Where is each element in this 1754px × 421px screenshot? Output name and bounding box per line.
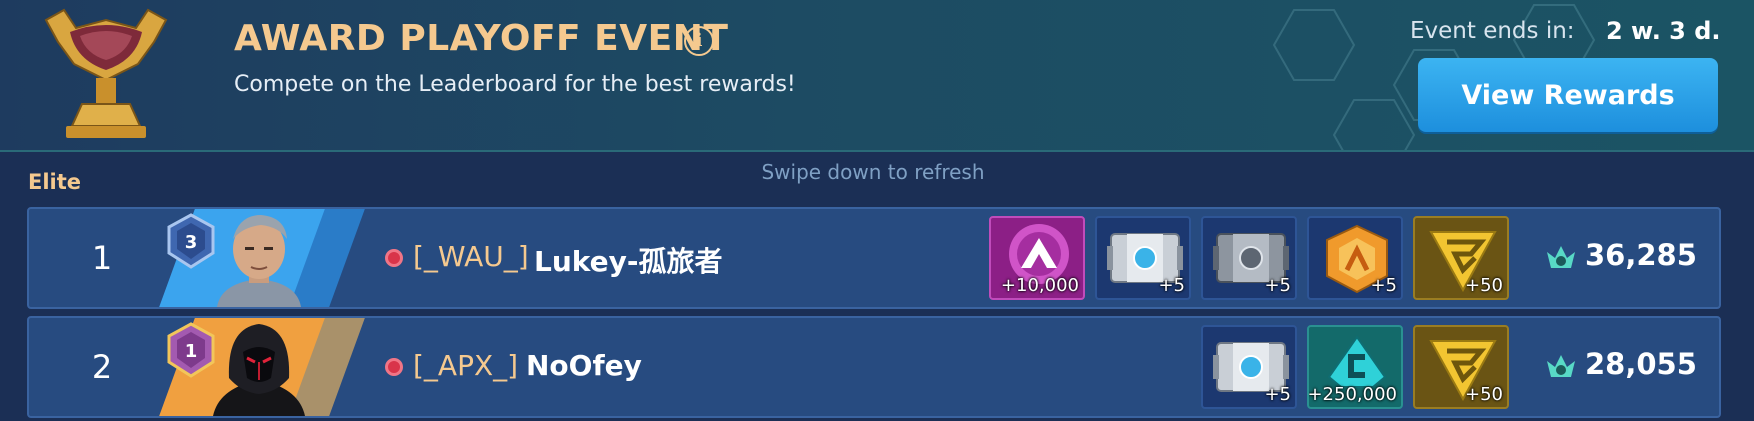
event-title: AWARD PLAYOFF EVENT	[234, 18, 729, 59]
view-rewards-button[interactable]: View Rewards	[1418, 58, 1718, 132]
reward-premium-currency[interactable]: +10,000	[989, 216, 1085, 300]
reward-quantity: +50	[1465, 384, 1503, 405]
player-level-medal: 3	[167, 213, 215, 269]
event-subtitle: Compete on the Leaderboard for the best …	[234, 72, 796, 97]
reward-quantity: +250,000	[1307, 384, 1397, 405]
player-name[interactable]: NoOfey	[526, 349, 642, 382]
leaderboard-row[interactable]: 2 1 [_APX_] NoOfey +5 +250,000 +50 28,05…	[27, 316, 1721, 418]
reward-quantity: +50	[1465, 275, 1503, 296]
rank-number: 1	[91, 239, 113, 277]
player-level-medal: 1	[167, 322, 215, 378]
online-status-dot	[385, 358, 403, 376]
reward-quantity: +5	[1370, 275, 1397, 296]
score-star-icon	[1547, 246, 1575, 268]
event-header: AWARD PLAYOFF EVENT i Compete on the Lea…	[0, 0, 1754, 152]
leaderboard-row[interactable]: 1 3 [_WAU_] Lukey-孤旅者 +10,000 +5 +5 +5 +…	[27, 207, 1721, 309]
event-ends-label: Event ends in:	[1410, 18, 1575, 44]
event-ends-value: 2 w. 3 d.	[1606, 17, 1721, 45]
medal-level: 1	[185, 341, 198, 362]
medal-level: 3	[185, 232, 198, 253]
online-status-dot	[385, 249, 403, 267]
reward-credits[interactable]: +250,000	[1307, 325, 1403, 409]
alliance-tag[interactable]: [_WAU_]	[413, 240, 529, 273]
info-icon[interactable]: i	[684, 26, 714, 56]
player-score: 36,285	[1585, 238, 1697, 272]
refresh-hint-container: Swipe down to refresh	[0, 160, 1754, 184]
reward-gold-cube[interactable]: +5	[1307, 216, 1403, 300]
reward-gold-token[interactable]: +50	[1413, 325, 1509, 409]
rank-number: 2	[91, 348, 113, 386]
reward-gold-token[interactable]: +50	[1413, 216, 1509, 300]
reward-silver-cube[interactable]: +5	[1095, 216, 1191, 300]
event-leaderboard-page: AWARD PLAYOFF EVENT i Compete on the Lea…	[0, 0, 1754, 421]
player-name[interactable]: Lukey-孤旅者	[534, 240, 723, 280]
reward-silver-cube[interactable]: +5	[1201, 325, 1297, 409]
refresh-hint: Swipe down to refresh	[761, 160, 985, 184]
reward-quantity: +10,000	[1000, 275, 1079, 296]
reward-quantity: +5	[1264, 384, 1291, 405]
reward-quantity: +5	[1158, 275, 1185, 296]
alliance-tag[interactable]: [_APX_]	[413, 349, 518, 382]
trophy-icon	[44, 8, 168, 138]
player-score: 28,055	[1585, 347, 1697, 381]
score-star-icon	[1547, 355, 1575, 377]
reward-quantity: +5	[1264, 275, 1291, 296]
reward-dark-cube[interactable]: +5	[1201, 216, 1297, 300]
